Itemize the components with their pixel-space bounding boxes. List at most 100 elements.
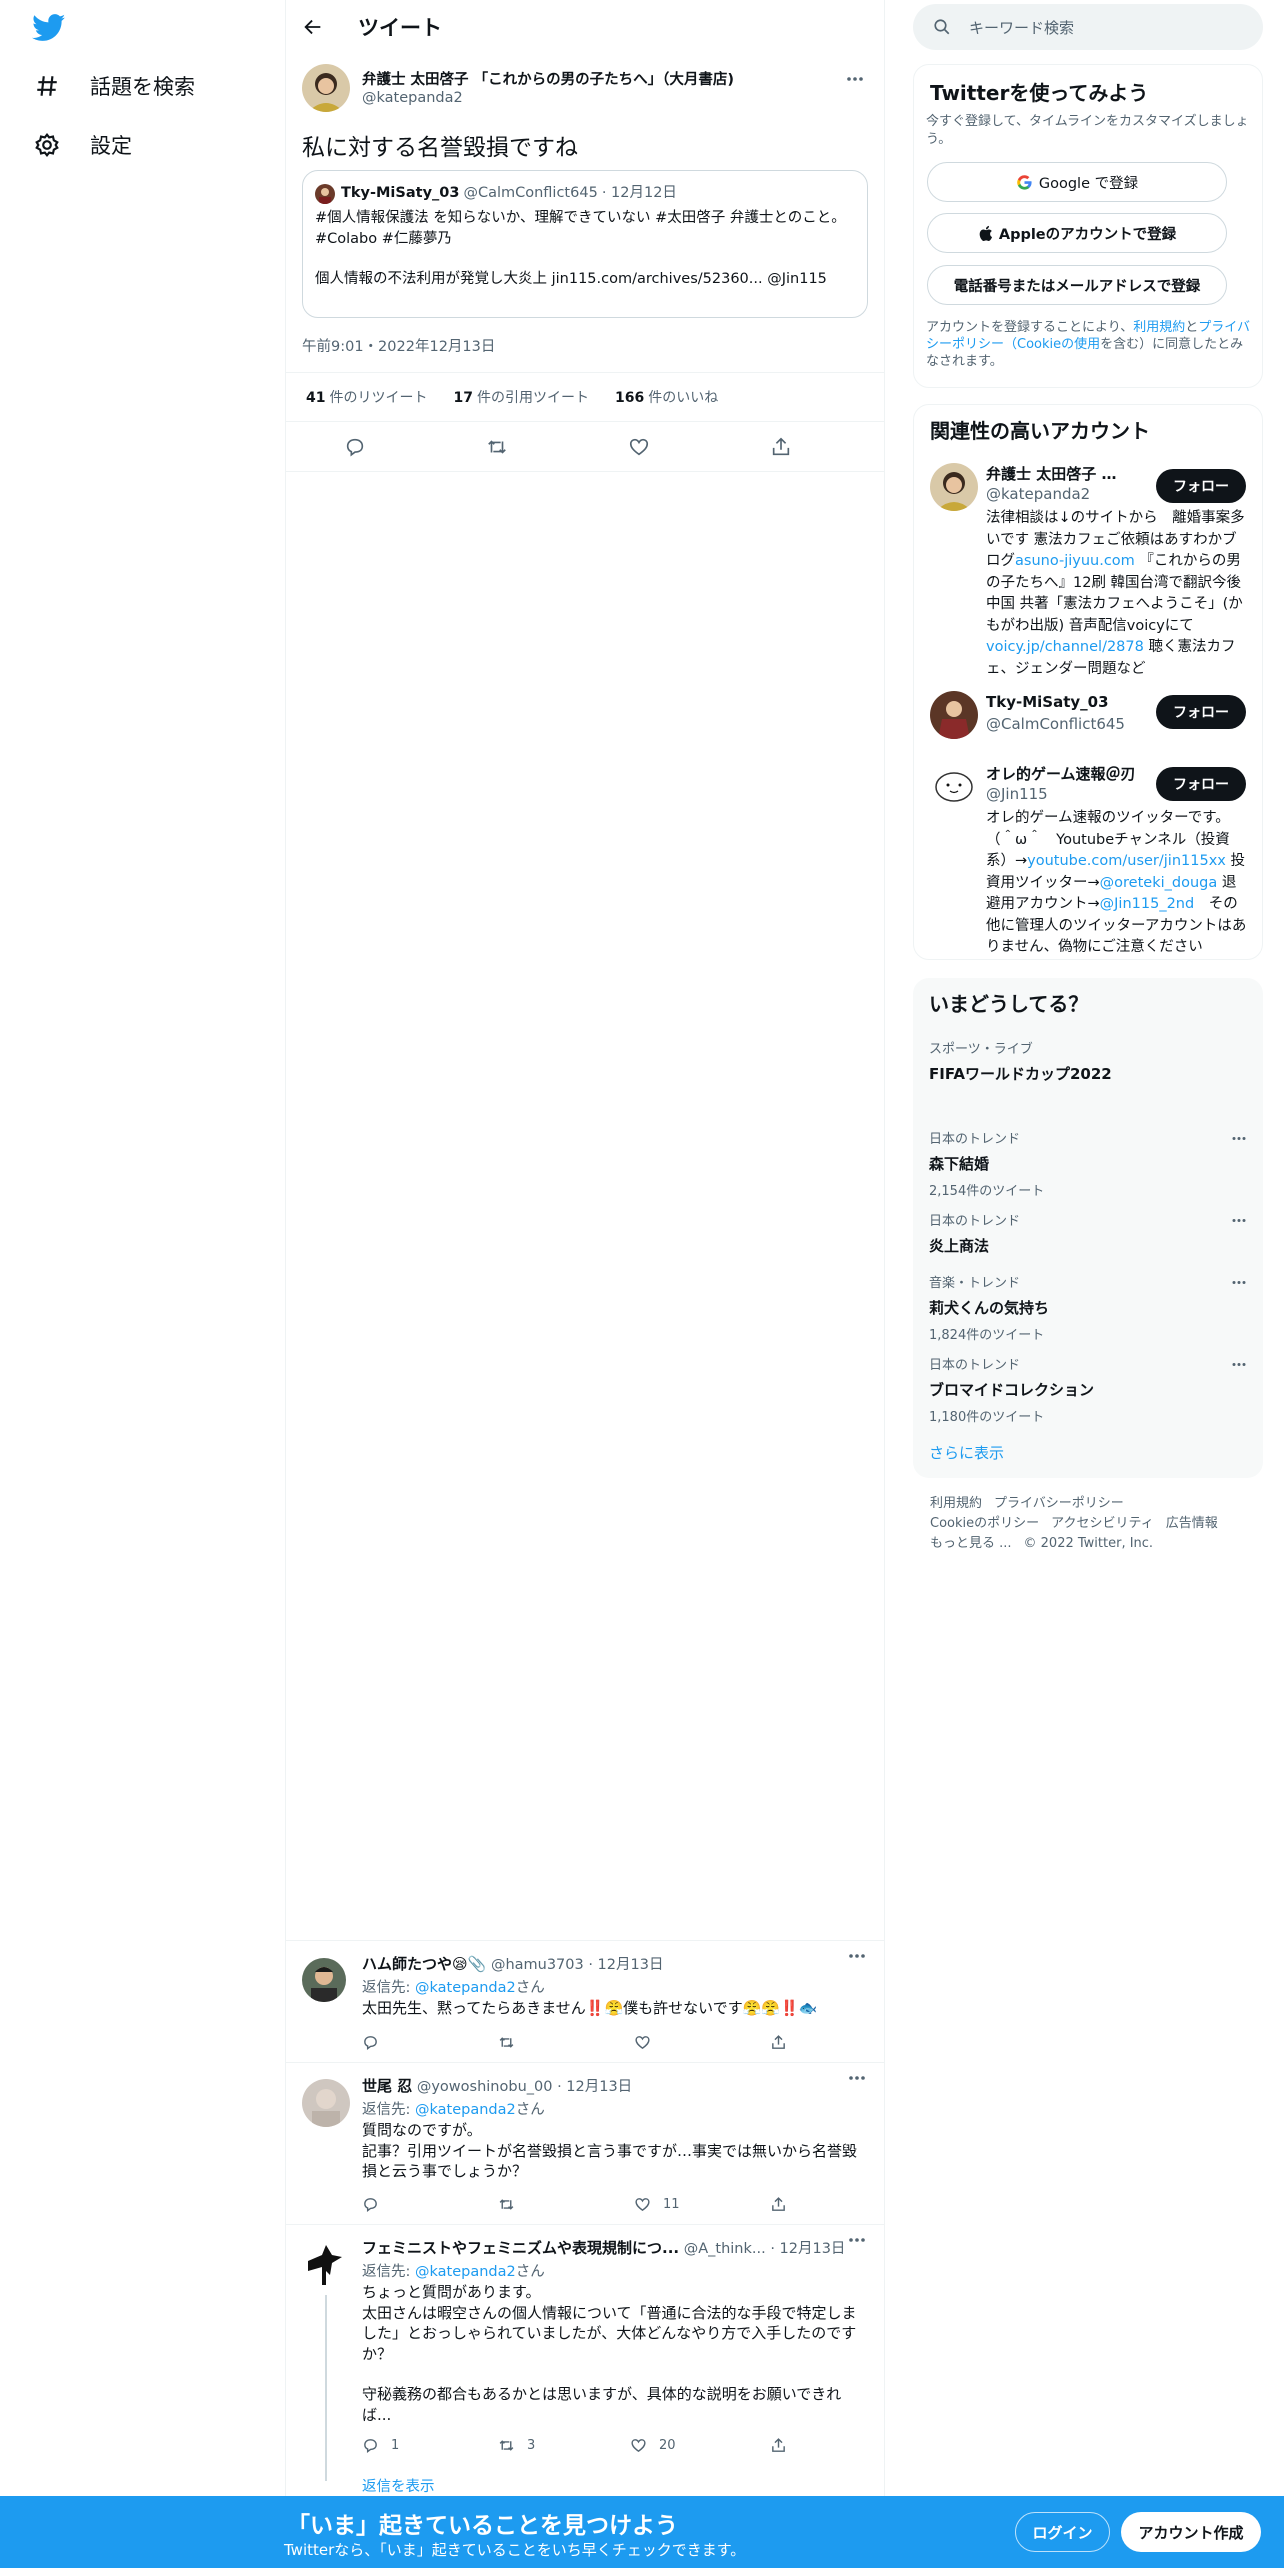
terms-link[interactable]: 利用規約 — [1133, 320, 1185, 335]
reply-comment-action[interactable] — [362, 2034, 379, 2051]
likes-stat[interactable]: 166 件のいいね — [615, 387, 718, 407]
reply-retweet-action[interactable] — [498, 2034, 515, 2051]
reply-tweet[interactable]: フェミニストやフェミニズムや表現規制につ... @A_think... · 12… — [286, 2224, 884, 2496]
account-handle[interactable]: @katepanda2 — [986, 485, 1090, 503]
account-avatar[interactable] — [930, 761, 978, 809]
apple-signup-button[interactable]: Appleのアカウントで登録 — [927, 213, 1227, 253]
reply-author-handle[interactable]: @hamu3703 · 12月13日 — [491, 1957, 664, 1973]
trend-category: 日本のトレンド — [929, 1358, 1021, 1373]
more-options-icon[interactable] — [848, 2075, 866, 2081]
reply-text: 太田先生、黙ってたらあきません‼️😤僕も許せないです😤😤‼️🐟 — [362, 1999, 818, 2017]
reply-retweet-action[interactable]: 3 — [498, 2437, 535, 2454]
reply-icon[interactable] — [344, 436, 366, 458]
trend-count: 2,154件のツイート — [929, 1184, 1045, 1199]
reply-to-link[interactable]: @katepanda2 — [415, 2264, 516, 2280]
more-options-icon[interactable] — [846, 76, 864, 82]
bio-link[interactable]: @Jin115_2nd — [1100, 896, 1195, 912]
follow-button[interactable]: フォロー — [1156, 469, 1246, 503]
bio-link[interactable]: youtube.com/user/jin115xx — [1027, 853, 1226, 869]
google-signup-button[interactable]: Google で登録 — [927, 162, 1227, 202]
bio-link[interactable]: voicy.jp/channel/2878 — [986, 639, 1144, 655]
reply-retweet-action[interactable] — [498, 2196, 515, 2213]
bio-link[interactable]: asuno-jiyuu.com — [1015, 553, 1135, 569]
reply-author-handle[interactable]: @yowoshinobu_00 · 12月13日 — [417, 2079, 632, 2095]
show-replies-link[interactable]: 返信を表示 — [362, 2475, 435, 2496]
retweets-stat[interactable]: 41 件のリツイート — [306, 387, 427, 407]
quoted-tweet[interactable]: Tky-MiSaty_03 @CalmConflict645 · 12月12日 … — [302, 170, 868, 318]
reply-comment-action[interactable] — [362, 2196, 379, 2213]
reply-tweet[interactable]: 世尾 忍 @yowoshinobu_00 · 12月13日 返信先: @kate… — [286, 2062, 884, 2224]
trend-item[interactable]: 音楽・トレンド 莉犬くんの気持ち 1,824件のツイート — [929, 1272, 1247, 1343]
nav-explore[interactable]: 話題を検索 — [34, 58, 195, 114]
trend-item[interactable]: 日本のトレンド 炎上商法 — [929, 1210, 1247, 1256]
reply-like-action[interactable]: 11 — [634, 2196, 680, 2213]
reply-to-link[interactable]: @katepanda2 — [415, 1980, 516, 1996]
back-arrow-icon[interactable] — [302, 16, 324, 38]
trend-item[interactable]: 日本のトレンド ブロマイドコレクション 1,180件のツイート — [929, 1354, 1247, 1425]
footer-cookie-link[interactable]: Cookieのポリシー — [930, 1516, 1039, 1531]
footer-links: 利用規約 プライバシーポリシー Cookieのポリシー アクセシビリティ 広告情報 も… — [930, 1494, 1260, 1554]
account-avatar[interactable] — [930, 463, 978, 511]
reply-to-link[interactable]: @katepanda2 — [415, 2102, 516, 2118]
trend-item[interactable]: 日本のトレンド 森下結婚 2,154件のツイート — [929, 1128, 1247, 1199]
twitter-logo-icon[interactable] — [32, 14, 66, 42]
nav-settings[interactable]: 設定 — [34, 117, 132, 173]
reply-author-name[interactable]: 世尾 忍 — [362, 2077, 412, 2095]
like-icon[interactable] — [628, 436, 650, 458]
account-name[interactable]: オレ的ゲーム速報＠刃 — [986, 763, 1156, 784]
reply-text: 質問なのですが。 記事？引用ツイートが名誉毀損と言う事ですが…事実では無いから名… — [362, 2120, 867, 2182]
share-icon[interactable] — [770, 436, 792, 458]
reply-author-name[interactable]: ハム師たつや😪📎 — [362, 1955, 486, 1973]
show-more-trends-link[interactable]: さらに表示 — [929, 1442, 1004, 1463]
share-icon — [770, 2437, 787, 2454]
follow-button[interactable]: フォロー — [1156, 767, 1246, 801]
reply-avatar[interactable] — [302, 2241, 350, 2289]
account-avatar[interactable] — [930, 691, 978, 739]
footer-more-link[interactable]: もっと見る ... — [930, 1536, 1012, 1551]
more-options-icon[interactable] — [848, 2237, 866, 2243]
account-name[interactable]: 弁護士 太田啓子 「... — [986, 463, 1126, 484]
reply-comment-action[interactable]: 1 — [362, 2437, 399, 2454]
search-box[interactable]: キーワード検索 — [913, 4, 1263, 50]
account-handle[interactable]: @CalmConflict645 — [986, 715, 1125, 733]
quotes-stat[interactable]: 17 件の引用ツイート — [453, 387, 588, 407]
reply-author-handle[interactable]: @A_think... · 12月13日 — [684, 2241, 846, 2257]
create-account-button[interactable]: アカウント作成 — [1121, 2512, 1261, 2552]
reply-share-action[interactable] — [770, 2196, 787, 2213]
more-options-icon[interactable] — [1231, 1280, 1247, 1285]
search-icon — [933, 18, 951, 36]
reply-tweet[interactable]: ハム師たつや😪📎 @hamu3703 · 12月13日 返信先: @katepa… — [286, 1940, 884, 2062]
more-options-icon[interactable] — [1231, 1362, 1247, 1367]
footer-terms-link[interactable]: 利用規約 — [930, 1496, 982, 1511]
likes-label: 件のいいね — [648, 390, 719, 406]
footer-accessibility-link[interactable]: アクセシビリティ — [1051, 1516, 1154, 1531]
more-options-icon[interactable] — [1231, 1136, 1247, 1141]
author-handle[interactable]: @katepanda2 — [362, 90, 463, 106]
bio-link[interactable]: @oreteki_douga — [1100, 875, 1218, 891]
follow-button[interactable]: フォロー — [1156, 695, 1246, 729]
footer-ads-link[interactable]: 広告情報 — [1166, 1516, 1218, 1531]
retweet-icon[interactable] — [486, 436, 508, 458]
author-name[interactable]: 弁護士 太田啓子 「これからの男の子たちへ」（大月書店) — [362, 68, 734, 89]
banner-headline: 「いま」起きていることを見つけよう — [287, 2513, 678, 2539]
account-handle[interactable]: @Jin115 — [986, 785, 1048, 803]
footer-privacy-link[interactable]: プライバシーポリシー — [994, 1496, 1124, 1511]
reply-like-action[interactable]: 20 — [630, 2437, 676, 2454]
more-options-icon[interactable] — [1231, 1218, 1247, 1223]
reply-avatar[interactable] — [302, 1958, 346, 2002]
more-options-icon[interactable] — [848, 1953, 866, 1959]
reply-text-line: 質問なのですが。 — [362, 2121, 482, 2139]
phone-email-signup-button[interactable]: 電話番号またはメールアドレスで登録 — [927, 265, 1227, 305]
account-name[interactable]: Tky-MiSaty_03 — [986, 693, 1156, 711]
reply-like-action[interactable] — [634, 2034, 651, 2051]
reply-share-action[interactable] — [770, 2437, 787, 2454]
tweet-timestamp[interactable]: 午前9:01・2022年12月13日 — [302, 335, 495, 356]
page-title: ツイート — [358, 16, 442, 40]
reply-avatar[interactable] — [302, 2079, 350, 2127]
trend-item[interactable]: スポーツ・ライブ FIFAワールドカップ2022 — [929, 1038, 1247, 1084]
reply-author-name[interactable]: フェミニストやフェミニズムや表現規制につ... — [362, 2239, 679, 2257]
reply-share-action[interactable] — [770, 2034, 787, 2051]
login-button[interactable]: ログイン — [1015, 2512, 1110, 2552]
author-avatar[interactable] — [302, 64, 350, 112]
signup-terms: アカウントを登録することにより、利用規約とプライバシーポリシー（Cookieの使… — [926, 319, 1252, 370]
